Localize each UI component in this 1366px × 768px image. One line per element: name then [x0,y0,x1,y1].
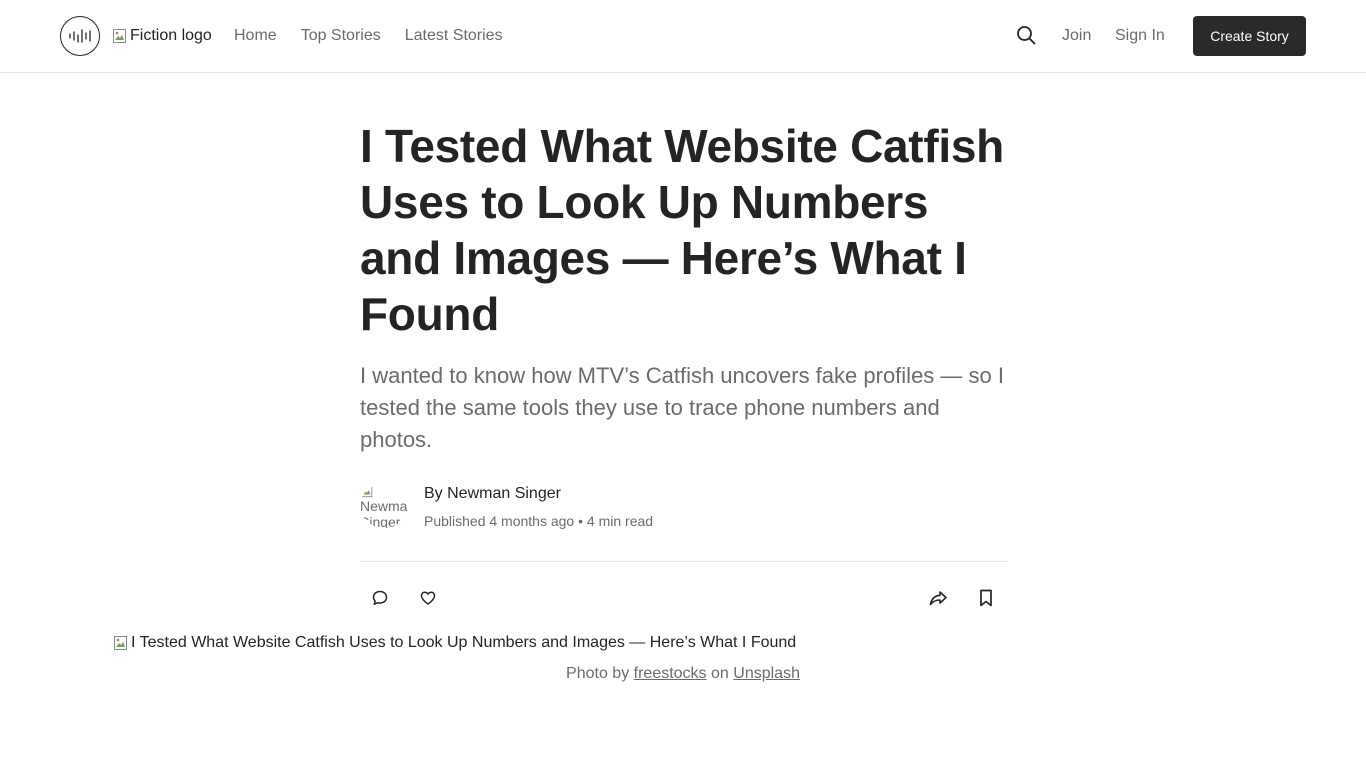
logo-wave-icon [69,29,91,43]
meta-separator: • [578,513,587,529]
comment-button[interactable] [368,586,392,610]
create-story-button[interactable]: Create Story [1193,16,1306,56]
logo-alt-text: Fiction logo [130,27,212,44]
read-time: 4 min read [586,513,654,529]
nav-latest-stories[interactable]: Latest Stories [405,26,503,46]
share-button[interactable] [926,586,950,610]
avatar-alt-text: Newman Singer [360,498,408,528]
heart-icon [420,591,436,605]
nav-home[interactable]: Home [234,26,277,46]
share-icon [929,591,947,606]
caption-middle: on [711,665,729,682]
article-meta: Published 4 months ago • 4 min read [424,512,653,530]
article-title: I Tested What Website Catfish Uses to Lo… [360,120,1004,340]
comment-icon [372,590,388,605]
article-subtitle: I wanted to know how MTV’s Catfish uncov… [360,363,1004,452]
logo-mark[interactable] [60,16,100,56]
search-icon [1017,26,1036,45]
sign-in-link[interactable]: Sign In [1115,26,1165,46]
broken-image-icon [113,635,129,651]
author-row: Newman Singer By Newman Singer Published… [360,480,1008,530]
logo-image[interactable]: Fiction logo [112,27,212,45]
bookmark-button[interactable] [974,586,998,610]
like-button[interactable] [416,586,440,610]
nav-top-stories[interactable]: Top Stories [301,26,381,46]
hero-image: I Tested What Website Catfish Uses to Lo… [113,634,796,652]
search-button[interactable] [1015,24,1037,46]
divider [360,561,1008,562]
main-nav: Home Top Stories Latest Stories [234,26,503,46]
broken-image-icon [112,28,128,44]
site-header: Fiction logo Home Top Stories Latest Sto… [0,0,1366,73]
published-date: Published 4 months ago [424,513,575,529]
bookmark-icon [980,589,992,607]
avatar[interactable]: Newman Singer [360,484,408,528]
author-byline[interactable]: By Newman Singer [424,484,561,504]
join-link[interactable]: Join [1062,26,1091,46]
broken-image-icon [360,484,374,498]
article-actions [360,586,1008,610]
photo-caption: Photo by freestocks on Unsplash [0,664,1366,684]
article-header: I Tested What Website Catfish Uses to Lo… [360,118,1008,607]
caption-prefix: Photo by [566,665,630,682]
unsplash-link[interactable]: Unsplash [733,665,800,682]
hero-alt-text: I Tested What Website Catfish Uses to Lo… [131,634,797,651]
photographer-link[interactable]: freestocks [634,665,707,682]
